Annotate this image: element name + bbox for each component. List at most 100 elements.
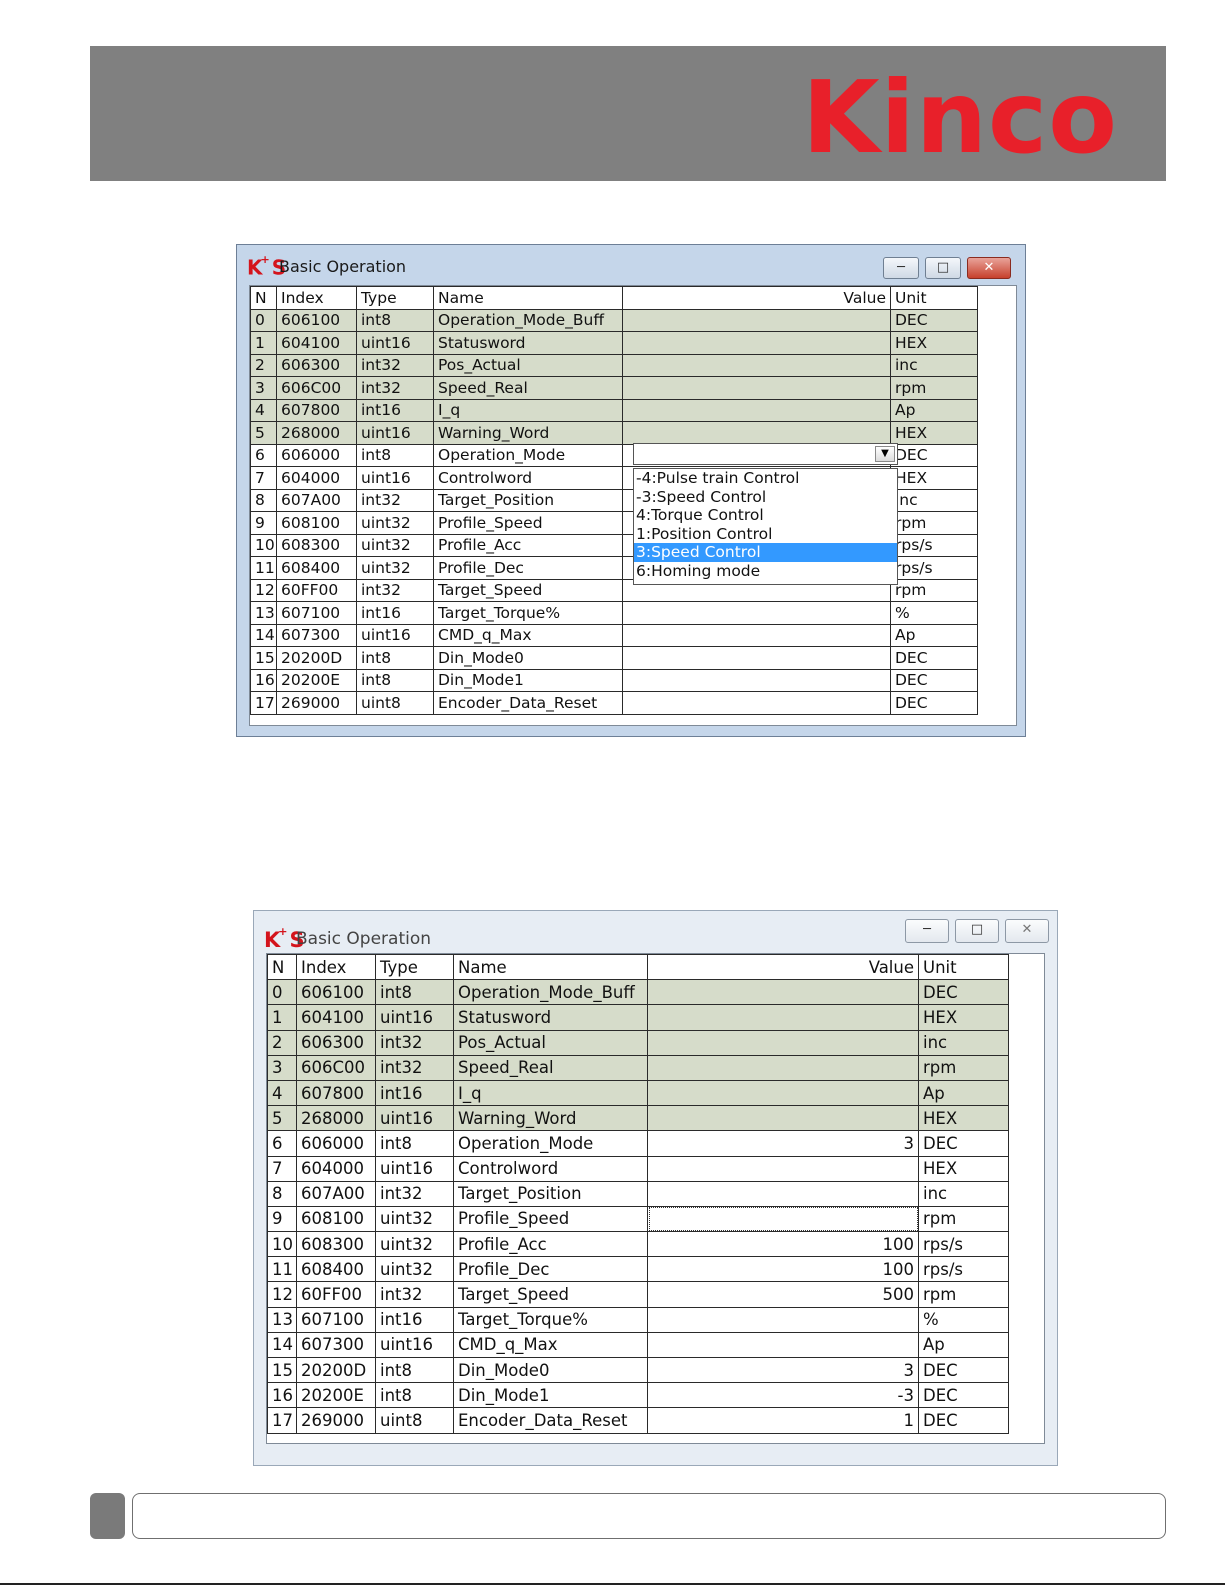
column-header-unit[interactable]: Unit bbox=[918, 954, 1009, 981]
table-row[interactable]: 13 607100 int16 Target_Torque%% bbox=[267, 1306, 1009, 1333]
cell-value[interactable]: -3 bbox=[647, 1382, 919, 1409]
column-header-type[interactable]: Type bbox=[375, 954, 454, 981]
cell-value[interactable] bbox=[647, 1155, 919, 1182]
cell-value[interactable] bbox=[647, 1004, 919, 1031]
cell-value[interactable] bbox=[622, 398, 891, 422]
cell-value[interactable] bbox=[622, 668, 891, 692]
column-header-n[interactable]: N bbox=[250, 286, 277, 310]
table-row[interactable]: 0 606100 int8 Operation_Mode_Buff DEC bbox=[250, 308, 978, 332]
cell-value[interactable] bbox=[622, 646, 891, 670]
basic-operation-window-1: K+ S Basic Operation ─ □ ✕ N Index Type Name… bbox=[236, 244, 1026, 737]
cell-value[interactable] bbox=[622, 331, 891, 355]
table-row[interactable]: 11 608400 uint32 Profile_Dec 100 rps/s bbox=[267, 1256, 1009, 1283]
cell-unit: DEC bbox=[890, 668, 978, 692]
column-header-index[interactable]: Index bbox=[276, 286, 357, 310]
table-row[interactable]: 7 604000 uint16 Controlword HEX bbox=[267, 1155, 1009, 1182]
minimize-icon[interactable]: ─ bbox=[883, 257, 919, 279]
cell-value[interactable] bbox=[647, 1054, 919, 1081]
minimize-icon[interactable]: ─ bbox=[905, 919, 949, 943]
table-row[interactable]: 10 608300 uint32 Profile_Acc 100 rps/s bbox=[267, 1231, 1009, 1258]
parameter-grid[interactable]: N Index Type Name Value Unit 0 606100 int8 Operat… bbox=[266, 953, 1045, 1444]
table-row[interactable]: 1 604100 uint16 Statusword HEX bbox=[250, 331, 978, 355]
operation-mode-dropdown-list[interactable]: -4:Pulse train Control -3:Speed Control 4:… bbox=[633, 468, 898, 585]
cell-index: 606100 bbox=[296, 979, 376, 1006]
column-header-n[interactable]: N bbox=[267, 954, 297, 981]
cell-value[interactable]: 500 bbox=[647, 1281, 919, 1308]
table-row[interactable]: 3 606C00 int32 Speed_Real rpm bbox=[267, 1054, 1009, 1081]
cell-value[interactable] bbox=[647, 1105, 919, 1132]
table-row[interactable]: 4 607800 int16 I_q Ap bbox=[250, 398, 978, 422]
cell-value[interactable] bbox=[647, 1180, 919, 1207]
dropdown-option[interactable]: 4:Torque Control bbox=[634, 506, 897, 525]
table-row[interactable]: 5 268000 uint16 Warning_Word HEX bbox=[267, 1105, 1009, 1132]
table-row[interactable]: 1 604100 uint16 Statusword HEX bbox=[267, 1004, 1009, 1031]
cell-value[interactable] bbox=[622, 308, 891, 332]
cell-name: Din_Mode0 bbox=[453, 1356, 648, 1384]
dropdown-option[interactable]: 3:Speed Control bbox=[634, 543, 897, 562]
table-row[interactable]: 13 607100 int16 Target_Torque%% bbox=[250, 601, 978, 625]
cell-n: 9 bbox=[267, 1205, 297, 1233]
column-header-name[interactable]: Name bbox=[453, 954, 648, 981]
maximize-icon[interactable]: □ bbox=[925, 257, 961, 279]
parameter-table: N Index Type Name Value Unit 0 606100 int8 Operat… bbox=[267, 954, 1009, 1434]
cell-type: int8 bbox=[356, 646, 434, 670]
close-icon[interactable]: ✕ bbox=[1005, 919, 1049, 943]
window-titlebar[interactable]: K+S Basic Operation ─ □ ✕ bbox=[237, 245, 1025, 285]
column-header-name[interactable]: Name bbox=[433, 286, 623, 310]
table-header-row: N Index Type Name Value Unit bbox=[250, 286, 978, 310]
close-icon[interactable]: ✕ bbox=[967, 257, 1011, 279]
table-row[interactable]: 15 20200D int8 Din_Mode0 3 DEC bbox=[267, 1356, 1009, 1384]
column-header-value[interactable]: Value bbox=[647, 954, 919, 981]
cell-value[interactable] bbox=[647, 1306, 919, 1333]
cell-value[interactable]: 100 bbox=[647, 1256, 919, 1283]
table-row[interactable]: 15 20200D int8 Din_Mode0 DEC bbox=[250, 646, 978, 670]
table-row[interactable]: 14 607300 uint16 CMD_q_Max Ap bbox=[250, 623, 978, 647]
footer-bar bbox=[132, 1493, 1166, 1539]
cell-value[interactable] bbox=[647, 979, 919, 1006]
table-row[interactable]: 8 607A00 int32 Target_Position inc bbox=[267, 1180, 1009, 1207]
column-header-type[interactable]: Type bbox=[356, 286, 434, 310]
cell-index: 606300 bbox=[296, 1029, 376, 1056]
table-row[interactable]: 16 20200E int8 Din_Mode1 DEC bbox=[250, 668, 978, 692]
cell-value[interactable] bbox=[622, 353, 891, 377]
table-row[interactable]: 2 606300 int32 Pos_Actual inc bbox=[250, 353, 978, 377]
dropdown-option[interactable]: 1:Position Control bbox=[634, 525, 897, 544]
cell-value[interactable] bbox=[622, 421, 891, 445]
table-row[interactable]: 2 606300 int32 Pos_Actual inc bbox=[267, 1029, 1009, 1056]
dropdown-option[interactable]: -4:Pulse train Control bbox=[634, 469, 897, 488]
cell-value[interactable] bbox=[647, 1029, 919, 1056]
table-row[interactable]: 16 20200E int8 Din_Mode1 -3 DEC bbox=[267, 1382, 1009, 1409]
table-row[interactable]: 9 608100 uint32 Profile_Speed rpm bbox=[267, 1205, 1009, 1233]
table-row[interactable]: 12 60FF00 int32 Target_Speed 500 rpm bbox=[267, 1281, 1009, 1308]
column-header-value[interactable]: Value bbox=[622, 286, 891, 310]
column-header-index[interactable]: Index bbox=[296, 954, 376, 981]
cell-name: Target_Speed bbox=[453, 1281, 648, 1308]
dropdown-option[interactable]: 6:Homing mode bbox=[634, 562, 897, 581]
cell-value[interactable]: 100 bbox=[647, 1231, 919, 1258]
operation-mode-select[interactable]: ▼ bbox=[633, 443, 898, 465]
table-row[interactable]: 17 269000 uint8 Encoder_Data_Reset DEC bbox=[250, 691, 978, 715]
cell-value[interactable]: 1 bbox=[647, 1407, 919, 1434]
cell-index: 607A00 bbox=[296, 1180, 376, 1207]
maximize-icon[interactable]: □ bbox=[955, 919, 999, 943]
table-row[interactable]: 14 607300 uint16 CMD_q_Max Ap bbox=[267, 1331, 1009, 1359]
table-row[interactable]: 5 268000 uint16 Warning_Word HEX bbox=[250, 421, 978, 445]
dropdown-option[interactable]: -3:Speed Control bbox=[634, 488, 897, 507]
cell-value[interactable]: 3 bbox=[647, 1356, 919, 1384]
cell-value[interactable]: 3 bbox=[647, 1130, 919, 1157]
cell-value[interactable] bbox=[622, 601, 891, 625]
cell-value[interactable] bbox=[622, 691, 891, 715]
chevron-down-icon[interactable]: ▼ bbox=[875, 446, 895, 462]
table-row[interactable]: 4 607800 int16 I_q Ap bbox=[267, 1079, 1009, 1107]
cell-value[interactable] bbox=[647, 1205, 919, 1233]
cell-value[interactable] bbox=[647, 1331, 919, 1359]
cell-value[interactable] bbox=[622, 623, 891, 647]
table-row[interactable]: 0 606100 int8 Operation_Mode_Buff DEC bbox=[267, 979, 1009, 1006]
table-row[interactable]: 17 269000 uint8 Encoder_Data_Reset 1 DEC bbox=[267, 1407, 1009, 1434]
table-row[interactable]: 3 606C00 int32 Speed_Real rpm bbox=[250, 376, 978, 400]
column-header-unit[interactable]: Unit bbox=[890, 286, 978, 310]
cell-value[interactable] bbox=[647, 1079, 919, 1107]
cell-value[interactable] bbox=[622, 376, 891, 400]
table-row[interactable]: 6 606000 int8 Operation_Mode 3 DEC bbox=[267, 1130, 1009, 1157]
cell-n: 0 bbox=[267, 979, 297, 1006]
